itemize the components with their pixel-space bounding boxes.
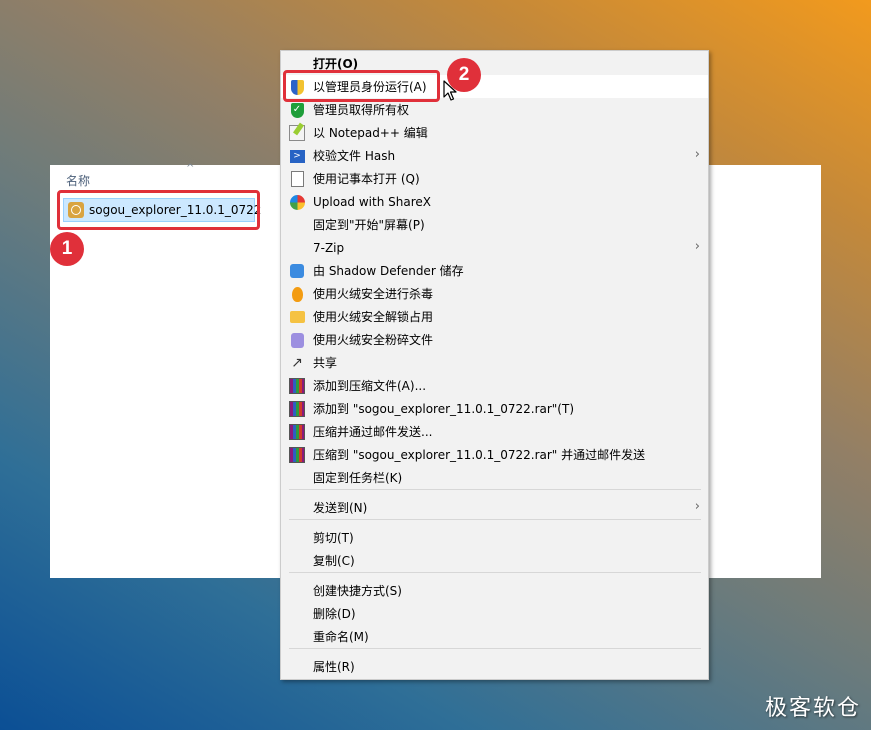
name-column-header[interactable]: 名称: [66, 172, 90, 189]
menu-item-12[interactable]: 使用火绒安全粉碎文件: [281, 328, 708, 351]
winrar-icon: [289, 401, 305, 417]
shadow-defender-icon: [289, 263, 305, 279]
menu-item-6[interactable]: Upload with ShareX: [281, 190, 708, 213]
menu-item-label: 创建快捷方式(S): [313, 584, 402, 598]
menu-item-label: 使用火绒安全解锁占用: [313, 310, 434, 324]
menu-item-label: 使用记事本打开 (Q): [313, 172, 420, 186]
watermark: 极客软仓: [764, 696, 861, 721]
menu-item-21[interactable]: 复制(C): [281, 549, 708, 572]
menu-item-22[interactable]: 创建快捷方式(S): [281, 579, 708, 602]
menu-item-label: 由 Shadow Defender 储存: [313, 264, 464, 278]
menu-item-label: 添加到压缩文件(A)...: [313, 379, 427, 393]
folder-unlock-icon: [289, 309, 305, 325]
winrar-icon: [289, 447, 305, 463]
menu-item-label: Upload with ShareX: [313, 194, 431, 209]
file-highlight-box: [57, 190, 260, 230]
menu-item-label: 7-Zip: [313, 240, 345, 255]
menu-item-15[interactable]: 添加到 "sogou_explorer_11.0.1_0722.rar"(T): [281, 397, 708, 420]
menu-item-label: 添加到 "sogou_explorer_11.0.1_0722.rar"(T): [313, 402, 575, 416]
share-icon: ↗: [291, 355, 303, 371]
menu-item-7[interactable]: 固定到"开始"屏幕(P): [281, 213, 708, 236]
menu-separator: [289, 489, 701, 490]
sort-ascending-icon: ^: [186, 163, 195, 174]
menu-item-4[interactable]: > 校验文件 Hash ›: [281, 144, 708, 167]
menu-item-label: 使用火绒安全进行杀毒: [313, 287, 434, 301]
huorong-flame-icon: [289, 286, 305, 302]
menu-item-label: 剪切(T): [313, 531, 354, 545]
notepadpp-icon: [289, 125, 305, 141]
context-menu: 打开(O) 以管理员身份运行(A) ✓ 管理员取得所有权以 Notepad++ 编辑 >…: [280, 50, 709, 680]
menu-item-label: 以 Notepad++ 编辑: [313, 126, 428, 140]
green-shield-icon: ✓: [289, 102, 305, 118]
menu-item-label: 压缩到 "sogou_explorer_11.0.1_0722.rar" 并通过…: [313, 448, 646, 462]
mouse-pointer-icon: [443, 80, 457, 101]
menu-item-label: 固定到"开始"屏幕(P): [313, 218, 425, 232]
shredder-icon: [289, 332, 305, 348]
menu-item-label: 共享: [313, 356, 338, 370]
menu-item-label: 删除(D): [313, 607, 356, 621]
submenu-chevron-icon: ›: [694, 499, 700, 514]
menu-item-3[interactable]: 以 Notepad++ 编辑: [281, 121, 708, 144]
menu-separator: [289, 519, 701, 520]
submenu-chevron-icon: ›: [694, 147, 700, 162]
menu-item-label: 校验文件 Hash: [313, 149, 396, 163]
menu-item-8[interactable]: 7-Zip ›: [281, 236, 708, 259]
menu-item-13[interactable]: ↗ 共享: [281, 351, 708, 374]
menu-item-20[interactable]: 剪切(T): [281, 526, 708, 549]
menu-item-23[interactable]: 删除(D): [281, 602, 708, 625]
notepad-icon: [289, 171, 305, 187]
menu-item-5[interactable]: 使用记事本打开 (Q): [281, 167, 708, 190]
menu-item-9[interactable]: 由 Shadow Defender 储存: [281, 259, 708, 282]
menu-item-label: 管理员取得所有权: [313, 103, 410, 117]
menu-item-label: 重命名(M): [313, 630, 369, 644]
menu-item-16[interactable]: 压缩并通过邮件发送...: [281, 420, 708, 443]
menu-item-19[interactable]: 发送到(N) ›: [281, 496, 708, 519]
menu-item-17[interactable]: 压缩到 "sogou_explorer_11.0.1_0722.rar" 并通过…: [281, 443, 708, 466]
menu-item-11[interactable]: 使用火绒安全解锁占用: [281, 305, 708, 328]
submenu-chevron-icon: ›: [694, 239, 700, 254]
run-as-admin-highlight-box: [283, 70, 440, 102]
menu-separator: [289, 572, 701, 573]
menu-item-14[interactable]: 添加到压缩文件(A)...: [281, 374, 708, 397]
menu-item-24[interactable]: 重命名(M): [281, 625, 708, 648]
menu-item-label: 固定到任务栏(K): [313, 471, 403, 485]
menu-item-25[interactable]: 属性(R): [281, 655, 708, 678]
sharex-icon: [289, 194, 305, 210]
menu-item-label: 压缩并通过邮件发送...: [313, 425, 433, 439]
menu-item-label: 使用火绒安全粉碎文件: [313, 333, 434, 347]
menu-item-label: 发送到(N): [313, 501, 368, 515]
powershell-icon: >: [289, 148, 305, 164]
menu-item-label: 复制(C): [313, 554, 355, 568]
menu-item-18[interactable]: 固定到任务栏(K): [281, 466, 708, 489]
winrar-icon: [289, 378, 305, 394]
menu-separator: [289, 648, 701, 649]
menu-item-10[interactable]: 使用火绒安全进行杀毒: [281, 282, 708, 305]
step-badge-1: 1: [50, 232, 84, 266]
winrar-icon: [289, 424, 305, 440]
menu-item-label: 属性(R): [313, 660, 355, 674]
